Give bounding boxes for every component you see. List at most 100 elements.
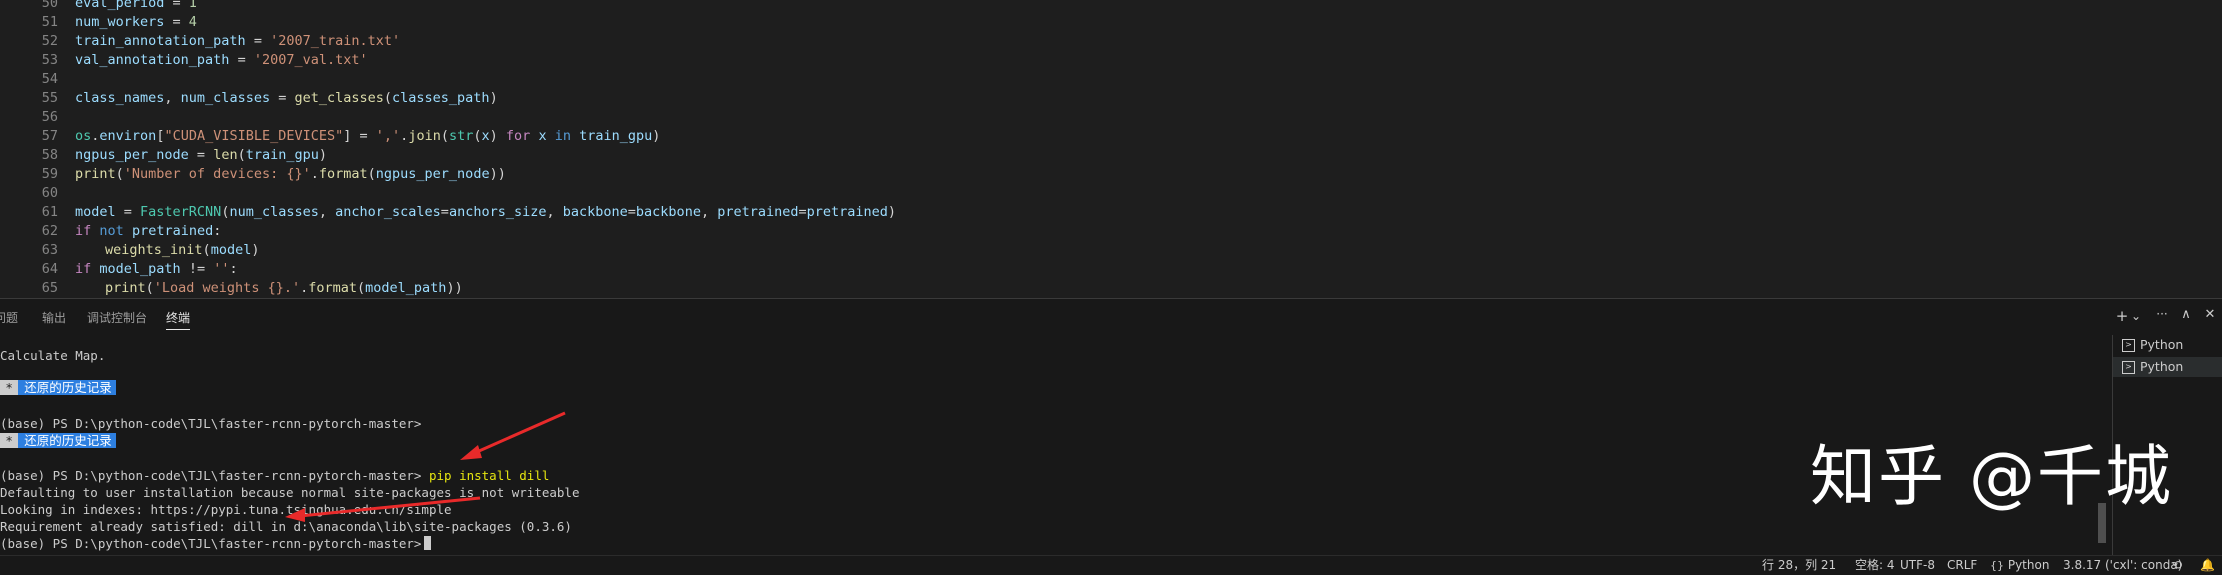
code-line[interactable]: 54 — [0, 70, 2222, 89]
terminal-prompt: (base) PS D:\python-code\TJL\faster-rcnn… — [0, 536, 422, 551]
close-panel-button[interactable]: ✕ — [2200, 307, 2220, 322]
code-token: = — [440, 204, 449, 220]
terminal-output[interactable]: Calculate Map. * 还原的历史记录 (base) PS D:\pyt… — [0, 335, 2108, 555]
code-line[interactable]: 59 print('Number of devices: {}'.format(n… — [0, 165, 2222, 184]
restored-history-badge-2: * 还原的历史记录 — [0, 433, 116, 449]
code-line[interactable]: 57 os.environ["CUDA_VISIBLE_DEVICES"] = '… — [0, 127, 2222, 146]
code-token: , — [318, 204, 336, 220]
code-token: backbone — [562, 204, 628, 220]
line-number: 64 — [41, 261, 58, 277]
code-token: ) — [251, 242, 260, 258]
badge-text: 还原的历史记录 — [18, 380, 116, 395]
code-token: . — [310, 166, 319, 182]
maximize-panel-button[interactable]: ∧ — [2176, 307, 2196, 322]
session-label: Python — [2140, 359, 2184, 374]
code-line[interactable]: 56 — [0, 108, 2222, 127]
code-line[interactable]: 52 train_annotation_path = '2007_train.tx… — [0, 32, 2222, 51]
code-token: print — [75, 166, 116, 182]
code-token: num_classes — [180, 90, 271, 106]
code-token: model_path — [99, 261, 181, 277]
code-token: )) — [489, 166, 506, 182]
code-line[interactable]: 50 eval_period = 1 — [0, 0, 2222, 13]
code-text: os.environ["CUDA_VISIBLE_DEVICES"] = ','… — [75, 127, 660, 146]
terminal-prompt: (base) PS D:\python-code\TJL\faster-rcnn… — [0, 468, 422, 483]
code-token: x — [538, 128, 547, 144]
code-line[interactable]: 65 print('Load weights {}.'.format(model_… — [0, 279, 2222, 298]
terminal-current-prompt: (base) PS D:\python-code\TJL\faster-rcnn… — [0, 535, 432, 552]
line-number: 63 — [41, 242, 58, 258]
code-text: model = FasterRCNN(num_classes, anchor_s… — [75, 203, 896, 222]
terminal-icon: > — [2122, 361, 2135, 374]
code-token: backbone — [635, 204, 701, 220]
code-line[interactable]: 51 num_workers = 4 — [0, 13, 2222, 32]
code-token: = — [188, 147, 214, 163]
code-line[interactable]: 61 model = FasterRCNN(num_classes, anchor… — [0, 203, 2222, 222]
language-mode[interactable]: {} Python — [1990, 557, 2049, 574]
code-line[interactable]: 60 — [0, 184, 2222, 203]
code-token: = — [164, 0, 189, 11]
code-token: ) — [489, 90, 498, 106]
code-token: = — [229, 52, 254, 68]
code-token: ) — [652, 128, 661, 144]
chevron-down-icon[interactable]: ⌄ — [2126, 309, 2146, 323]
line-ending[interactable]: CRLF — [1947, 557, 1977, 574]
code-token: ( — [237, 147, 246, 163]
code-line[interactable]: 58 ngpus_per_node = len(train_gpu) — [0, 146, 2222, 165]
code-token: , — [164, 90, 181, 106]
code-token: model — [75, 204, 116, 220]
code-token: != — [180, 261, 214, 277]
code-line[interactable]: 63 weights_init(model) — [0, 241, 2222, 260]
line-number: 54 — [41, 71, 58, 87]
cursor-position[interactable]: 行 28，列 21 — [1762, 557, 1836, 574]
code-text: train_annotation_path = '2007_train.txt' — [75, 32, 400, 51]
code-text: print('Load weights {}.'.format(model_pa… — [105, 279, 463, 298]
code-text: num_workers = 4 — [75, 13, 197, 32]
code-token: str — [448, 128, 474, 144]
line-number: 51 — [41, 14, 58, 30]
terminal-prompt-line: (base) PS D:\python-code\TJL\faster-rcnn… — [0, 416, 422, 431]
tab-problems[interactable]: 问题 — [0, 309, 18, 329]
status-bar: 行 28，列 21 空格: 4 UTF-8 CRLF {} Python 3.8… — [0, 555, 2222, 575]
line-number: 60 — [41, 185, 58, 201]
code-text: eval_period = 1 — [75, 0, 197, 13]
code-token: x — [481, 128, 490, 144]
terminal-output-line: Defaulting to user installation because … — [0, 485, 580, 500]
code-token: model — [210, 242, 252, 258]
tab-output[interactable]: 输出 — [42, 309, 66, 329]
code-token: ) — [887, 204, 897, 220]
indentation[interactable]: 空格: 4 — [1855, 557, 1895, 574]
code-token: train_gpu — [245, 147, 319, 163]
remote-icon[interactable]: ⟲ — [2172, 557, 2182, 574]
code-token: ( — [145, 280, 154, 296]
python-interpreter[interactable]: 3.8.17 ('cxl': conda) — [2063, 557, 2182, 574]
line-number: 52 — [41, 33, 58, 49]
line-number: 53 — [41, 52, 58, 68]
code-text: val_annotation_path = '2007_val.txt' — [75, 51, 368, 70]
terminal-session-item-active[interactable]: > Python — [2113, 357, 2222, 377]
code-token: for — [505, 128, 531, 144]
language-label: Python — [2007, 558, 2050, 572]
code-token: ngpus_per_node — [75, 147, 189, 163]
code-token: anchors_size — [448, 204, 547, 220]
code-line[interactable]: 64 if model_path != '': — [0, 260, 2222, 279]
code-token: pretrained — [717, 204, 799, 220]
file-encoding[interactable]: UTF-8 — [1900, 557, 1935, 574]
code-editor[interactable]: 50 eval_period = 1 51 num_workers = 4 52 trai… — [0, 0, 2222, 298]
code-line[interactable]: 53 val_annotation_path = '2007_val.txt' — [0, 51, 2222, 70]
code-token: if — [75, 261, 92, 277]
tab-terminal[interactable]: 终端 — [166, 309, 191, 330]
code-token: : — [213, 223, 222, 239]
code-text: if model_path != '': — [75, 260, 238, 279]
code-line[interactable]: 62 if not pretrained: — [0, 222, 2222, 241]
bell-icon[interactable]: 🔔 — [2200, 557, 2215, 574]
more-actions-button[interactable]: ··· — [2152, 307, 2172, 321]
code-token: in — [554, 128, 571, 144]
terminal-line: Calculate Map. — [0, 348, 106, 363]
zhihu-watermark: 知乎 @千城 — [1810, 438, 2173, 515]
code-token: . — [300, 280, 309, 296]
code-token: pretrained — [806, 204, 888, 220]
terminal-session-item[interactable]: > Python — [2113, 335, 2222, 355]
code-line[interactable]: 55 class_names, num_classes = get_classes… — [0, 89, 2222, 108]
tab-debug-console[interactable]: 调试控制台 — [87, 309, 147, 329]
